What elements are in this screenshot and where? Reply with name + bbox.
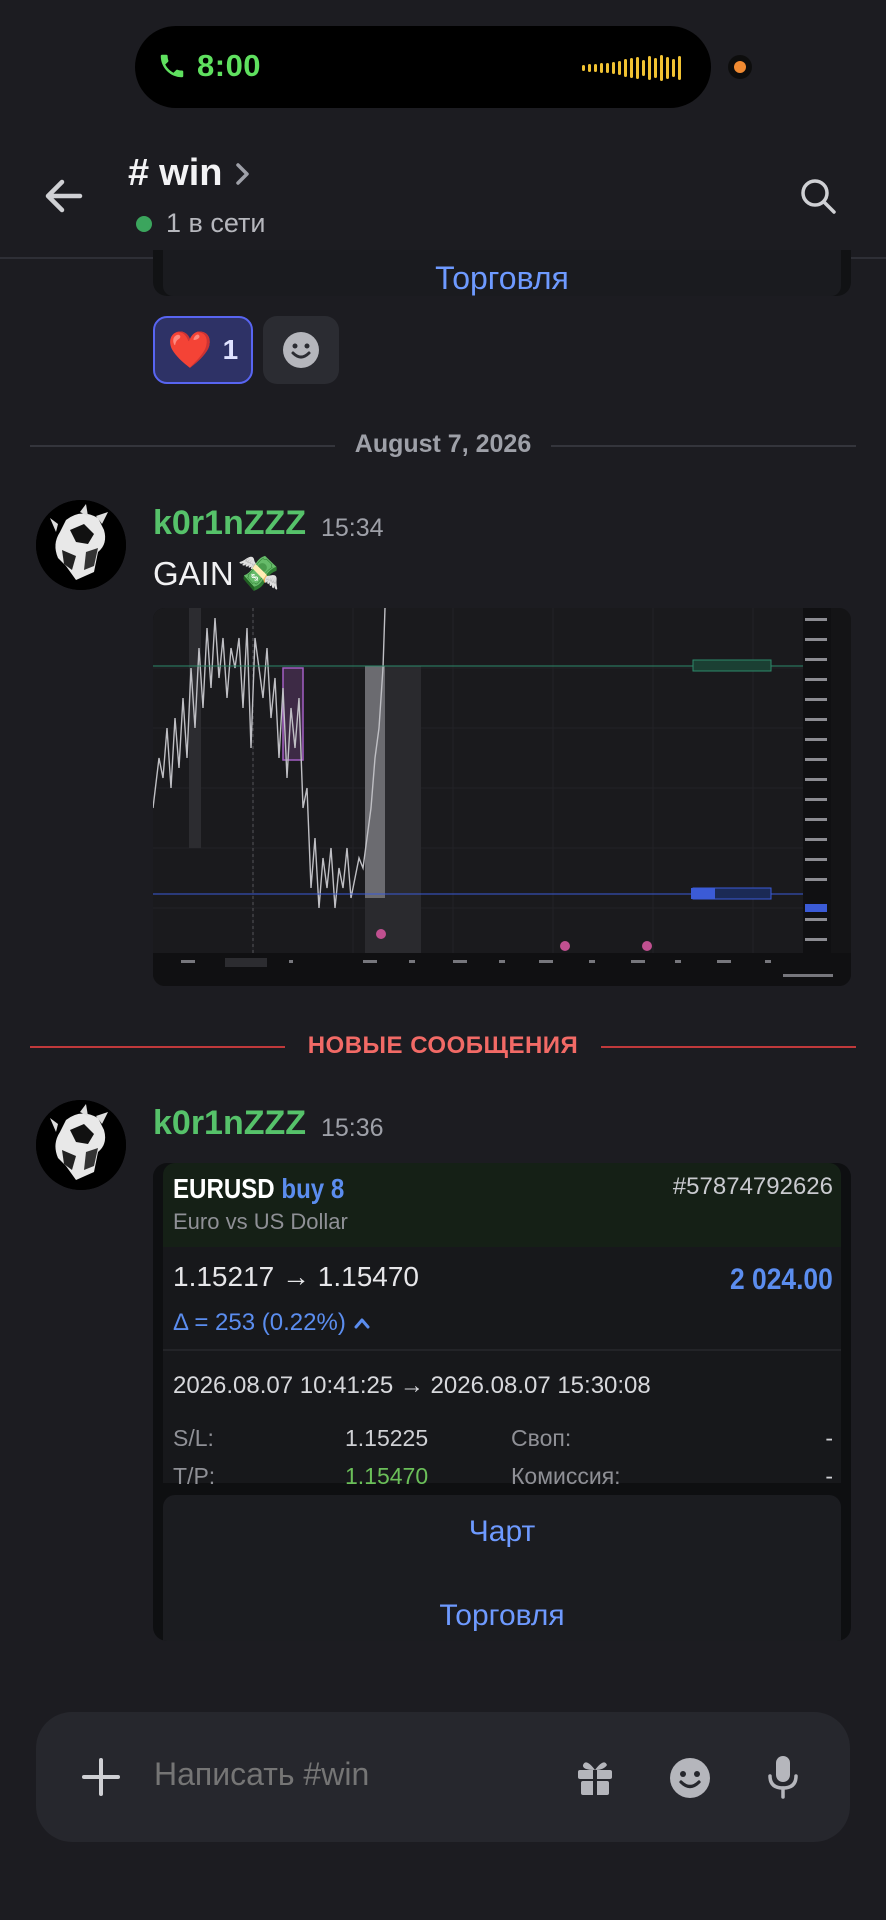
online-dot	[136, 215, 152, 232]
tp-label: T/P:	[173, 1463, 216, 1489]
trade-body-divider	[163, 1349, 841, 1351]
trade-card: EURUSD buy 8 #57874792626 Euro vs US Dol…	[153, 1163, 851, 1641]
add-reaction-button[interactable]	[263, 316, 339, 384]
audio-wave-icon	[582, 54, 681, 82]
emoji-icon[interactable]	[668, 1756, 712, 1800]
reaction-count: 1	[222, 334, 239, 365]
trade-card-header: EURUSD buy 8 #57874792626 Euro vs US Dol…	[163, 1163, 841, 1247]
commission-value: -	[825, 1463, 833, 1489]
delta-value: Δ = 253 (0.22%)	[173, 1309, 346, 1336]
call-indicator: 8:00	[157, 48, 261, 84]
trade-prices: 1.15217 → 1.15470	[173, 1261, 419, 1292]
message-author[interactable]: k0r1nZZZ	[153, 504, 306, 543]
message-composer	[36, 1712, 850, 1842]
add-reaction-icon	[283, 332, 319, 368]
channel-name: win	[159, 152, 223, 194]
trade-button[interactable]: Торговля	[163, 1599, 841, 1633]
heart-emoji: ❤️	[167, 329, 213, 370]
channel-hash: #	[128, 152, 150, 194]
divider-line-right	[551, 445, 856, 447]
channel-title[interactable]: # win	[128, 152, 254, 195]
trade-card-buttons: Чарт Торговля	[163, 1495, 841, 1641]
trade-delta: Δ = 253 (0.22%)	[173, 1309, 370, 1337]
call-time: 8:00	[197, 48, 262, 83]
previous-card-buttons: Торговля	[163, 250, 841, 296]
avatar[interactable]	[36, 1100, 126, 1190]
trade-direction: buy 8	[281, 1173, 345, 1204]
pair-description: Euro vs US Dollar	[173, 1209, 348, 1234]
new-messages-line-right	[601, 1046, 856, 1048]
money-emoji: 💸	[237, 555, 281, 593]
tp-value: 1.15470	[345, 1463, 429, 1489]
commission-label: Комиссия:	[511, 1463, 621, 1489]
new-messages-divider: НОВЫЕ СООБЩЕНИЯ	[30, 1030, 856, 1066]
trade-profit: 2 024.00	[730, 1263, 833, 1296]
trade-dates: 2026.08.07 10:41:25 → 2026.08.07 15:30:0…	[173, 1372, 651, 1399]
swap-label: Своп:	[511, 1425, 572, 1451]
channel-header: # win 1 в сети	[0, 140, 886, 258]
message-body: GAIN	[153, 555, 234, 592]
heart-reaction[interactable]: ❤️ 1	[153, 316, 253, 384]
message-author[interactable]: k0r1nZZZ	[153, 1104, 306, 1143]
previous-trade-card: Торговля	[153, 250, 851, 296]
avatar[interactable]	[36, 500, 126, 590]
message-text: GAIN 💸	[153, 554, 280, 594]
message-timestamp: 15:36	[321, 1114, 384, 1142]
swap-value: -	[825, 1425, 833, 1451]
call-status-pill[interactable]: 8:00	[135, 26, 711, 108]
chevron-up-icon	[354, 1318, 370, 1329]
reactions-row: ❤️ 1	[153, 316, 339, 384]
avatar-image	[36, 500, 126, 590]
trade-button-previous[interactable]: Торговля	[163, 260, 841, 297]
phone-icon	[160, 54, 184, 78]
date-divider: August 7, 2026	[30, 428, 856, 464]
trade-symbol: EURUSD	[173, 1173, 275, 1204]
order-id: #57874792626	[672, 1173, 833, 1200]
back-arrow-icon[interactable]	[40, 172, 88, 220]
online-count: 1 в сети	[166, 208, 266, 238]
trade-card-body: 1.15217 → 1.15470 2 024.00 Δ = 253 (0.22…	[163, 1247, 841, 1489]
message-input[interactable]	[154, 1756, 554, 1793]
online-status: 1 в сети	[136, 208, 265, 239]
chart-screenshot[interactable]	[153, 608, 851, 986]
gift-icon[interactable]	[574, 1756, 616, 1798]
sl-value: 1.15225	[345, 1425, 429, 1451]
chevron-right-icon	[236, 162, 250, 185]
microphone-icon[interactable]	[766, 1754, 800, 1800]
camera-indicator	[728, 55, 752, 79]
trade-pair: EURUSD buy 8	[173, 1173, 344, 1205]
chart-screenshot-image	[153, 608, 851, 986]
search-icon[interactable]	[798, 176, 838, 216]
chart-button[interactable]: Чарт	[163, 1515, 841, 1549]
avatar-image	[36, 1100, 126, 1190]
plus-icon[interactable]	[80, 1756, 122, 1798]
sl-label: S/L:	[173, 1425, 214, 1451]
message-timestamp: 15:34	[321, 514, 384, 542]
